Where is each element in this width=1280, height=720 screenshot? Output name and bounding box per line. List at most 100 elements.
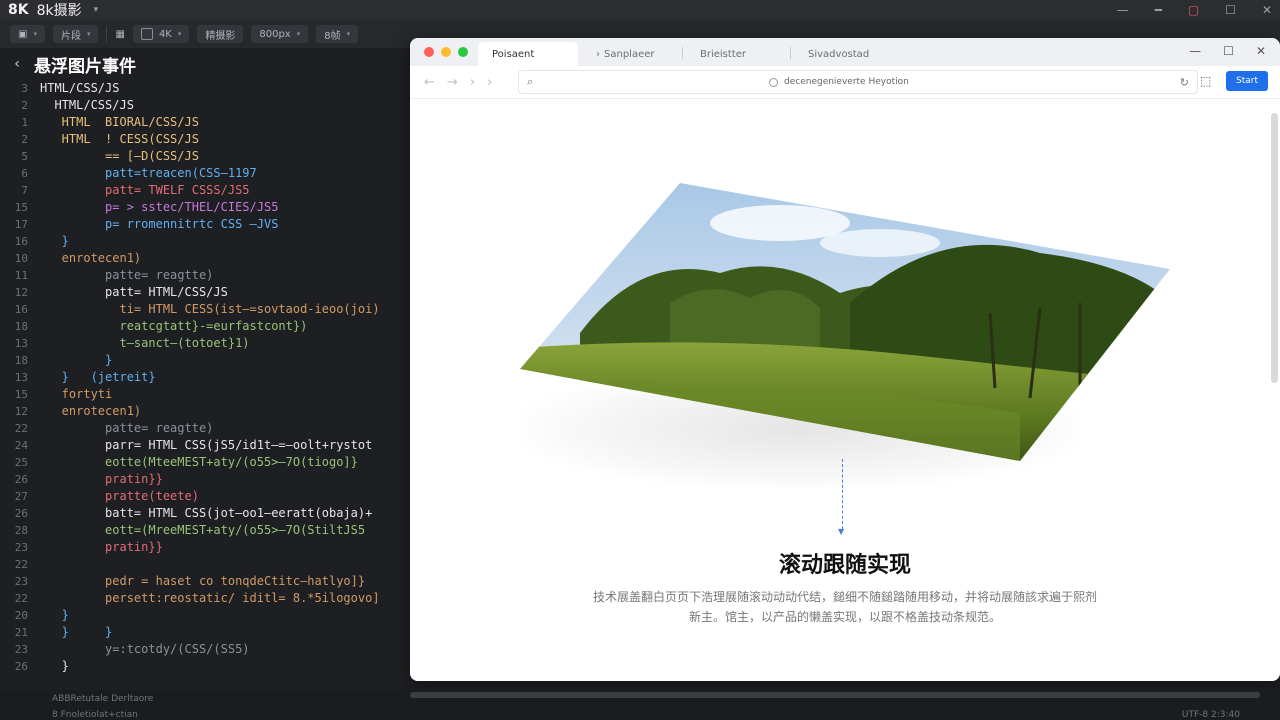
line-number: 16: [14, 235, 28, 248]
line-number: 13: [14, 371, 28, 384]
chevron-down-icon: ▾: [33, 30, 37, 38]
close-icon[interactable]: ✕: [1256, 44, 1266, 58]
site-info-icon: [769, 77, 778, 87]
code-line[interactable]: 27 pratte(teete): [0, 488, 410, 505]
code-line[interactable]: 2 HTML ! CESS(CSS/JS: [0, 131, 410, 148]
editor-title: 悬浮图片事件: [34, 56, 136, 77]
line-number: 21: [14, 626, 28, 639]
chevron-right-icon[interactable]: ›: [470, 75, 475, 90]
close-icon[interactable]: ✕: [1262, 3, 1272, 17]
code-line[interactable]: 12 patt= HTML/CSS/JS: [0, 284, 410, 301]
line-number: 23: [14, 575, 28, 588]
refresh-icon[interactable]: ↻: [1180, 76, 1189, 89]
resolution-dropdown[interactable]: 4K ▾: [132, 25, 190, 43]
code-line[interactable]: 15 p= > sstec/THEL/CIES/JS5: [0, 199, 410, 216]
code-text: patt=treacen(CSS—1197: [40, 166, 257, 180]
code-line[interactable]: 26 batt= HTML CSS(jot—oo1—eeratt(obaja)+: [0, 505, 410, 522]
code-lines[interactable]: 3 HTML/CSS/JS 2 HTML/CSS/JS 1 HTML BIORAL/C…: [0, 80, 410, 675]
code-line[interactable]: 23 pedr = haset co tonqdeCtitc—hatlyo]}: [0, 573, 410, 590]
line-number: 22: [14, 558, 28, 571]
tab-3[interactable]: Brieistter: [686, 42, 760, 66]
tab-4[interactable]: Sivadvostad: [794, 42, 883, 66]
start-button[interactable]: Start: [1226, 71, 1268, 91]
code-line[interactable]: 17 p= rromennitrtc CSS —JVS: [0, 216, 410, 233]
code-editor[interactable]: ‹ 悬浮图片事件 3 HTML/CSS/JS 2 HTML/CSS/JS 1 HTML…: [0, 48, 410, 700]
minimize-icon[interactable]: —: [1117, 3, 1129, 17]
code-line[interactable]: 23 y=:tcotdy/(CSS/(SS5): [0, 641, 410, 658]
tab-2[interactable]: › Sanplaeer: [582, 42, 668, 66]
minimize-dot-icon[interactable]: [441, 47, 451, 57]
close-dot-icon[interactable]: [424, 47, 434, 57]
code-text: enrotecen1): [40, 251, 142, 265]
status-right: UTF-8 2:3:40: [1181, 710, 1240, 720]
app-name[interactable]: 8k摄影: [29, 0, 82, 20]
clip-dropdown[interactable]: 片段 ▾: [52, 25, 99, 43]
code-line[interactable]: 18 reatcgtatt}-=eurfastcont}): [0, 318, 410, 335]
code-text: HTML BIORAL/CSS/JS: [40, 115, 199, 129]
zoom-dot-icon[interactable]: [458, 47, 468, 57]
forward-arrow-icon[interactable]: →: [447, 75, 458, 90]
mode-dropdown[interactable]: 精摄影: [197, 25, 244, 43]
page-content: ▼ 滚动跟随实现 技术展盖翻白页页下浩理展随滚动动动代结，鎚细不随鎚踏随用移动，…: [410, 99, 1280, 681]
line-number: 10: [14, 252, 28, 265]
code-line[interactable]: 21 } }: [0, 624, 410, 641]
code-line[interactable]: 22: [0, 556, 410, 573]
code-text: fortyti: [40, 387, 113, 401]
code-line[interactable]: 6 patt=treacen(CSS—1197: [0, 165, 410, 182]
code-text: ti= HTML CESS(ist—=sovtaod-ieoo(joi): [40, 302, 380, 316]
code-line[interactable]: 16 ti= HTML CESS(ist—=sovtaod-ieoo(joi): [0, 301, 410, 318]
browser-navbar: ← → › › ⌕ decenegenieverte Heyotion ↻ ⬚ …: [410, 66, 1280, 99]
address-bar[interactable]: ⌕ decenegenieverte Heyotion ↻: [518, 70, 1198, 94]
code-line[interactable]: 18 }: [0, 352, 410, 369]
code-line[interactable]: 26 pratin}}: [0, 471, 410, 488]
line-number: 2: [21, 133, 28, 146]
code-line[interactable]: 26 }: [0, 658, 410, 675]
back-icon[interactable]: ‹: [0, 56, 34, 72]
horizontal-scrollbar[interactable]: [410, 692, 1260, 698]
code-line[interactable]: 2 HTML/CSS/JS: [0, 97, 410, 114]
code-text: eott=(MreeMEST+aty/(o55>—7O(StiltJS5: [40, 523, 366, 537]
resolution-checkbox[interactable]: [140, 28, 153, 40]
url-text: decenegenieverte Heyotion: [769, 77, 909, 87]
tab-1[interactable]: Poisaent: [478, 42, 578, 66]
line-number: 7: [21, 184, 28, 197]
code-line[interactable]: 3 HTML/CSS/JS: [0, 80, 410, 97]
back-arrow-icon[interactable]: ←: [424, 75, 435, 90]
chevron-down-icon[interactable]: ▾: [82, 5, 99, 15]
frames-dropdown[interactable]: 8帧 ▾: [316, 25, 359, 43]
code-line[interactable]: 16 }: [0, 233, 410, 250]
minimize-icon[interactable]: —: [1189, 44, 1201, 58]
record-icon[interactable]: ▢: [1188, 3, 1199, 17]
vertical-scrollbar[interactable]: [1271, 113, 1278, 383]
maximize-icon[interactable]: ☐: [1223, 44, 1234, 58]
layout-icon-dropdown[interactable]: ▣ ▾: [10, 25, 45, 43]
editor-header: ‹ 悬浮图片事件: [0, 48, 410, 80]
extension-icon[interactable]: ⬚: [1200, 74, 1211, 88]
menu-icon[interactable]: ━: [1155, 3, 1162, 17]
code-text: reatcgtatt}-=eurfastcont}): [40, 319, 308, 333]
chevron-down-icon: ▾: [86, 30, 91, 38]
code-line[interactable]: 23 pratin}}: [0, 539, 410, 556]
grid-icon[interactable]: ▦: [115, 29, 124, 40]
chevron-right-icon[interactable]: ›: [487, 75, 492, 90]
code-line[interactable]: 12 enrotecen1): [0, 403, 410, 420]
chevron-down-icon: ▾: [296, 30, 301, 38]
code-line[interactable]: 13 } (jetreit}: [0, 369, 410, 386]
code-line[interactable]: 20 }: [0, 607, 410, 624]
code-line[interactable]: 25 eotte(MteeMEST+aty/(o55>—7O(tiogo]}: [0, 454, 410, 471]
code-line[interactable]: 22 patte= reagtte): [0, 420, 410, 437]
code-line[interactable]: 11 patte= reagtte): [0, 267, 410, 284]
size-dropdown[interactable]: 800px ▾: [251, 25, 309, 43]
code-line[interactable]: 1 HTML BIORAL/CSS/JS: [0, 114, 410, 131]
code-line[interactable]: 15 fortyti: [0, 386, 410, 403]
code-line[interactable]: 10 enrotecen1): [0, 250, 410, 267]
maximize-icon[interactable]: ☐: [1225, 3, 1236, 17]
code-line[interactable]: 28 eott=(MreeMEST+aty/(o55>—7O(StiltJS5: [0, 522, 410, 539]
code-line[interactable]: 5 == [—D(CSS/JS: [0, 148, 410, 165]
code-line[interactable]: 13 t—sanct—(totoet}1): [0, 335, 410, 352]
floating-landscape-image[interactable]: [520, 183, 1170, 463]
line-number: 15: [14, 201, 28, 214]
code-line[interactable]: 24 parr= HTML CSS(jS5/id1t—=—oolt+rystot: [0, 437, 410, 454]
code-line[interactable]: 22 persett:reostatic/ iditl= 8.*5ilogovo…: [0, 590, 410, 607]
code-line[interactable]: 7 patt= TWELF CSSS/JS5: [0, 182, 410, 199]
